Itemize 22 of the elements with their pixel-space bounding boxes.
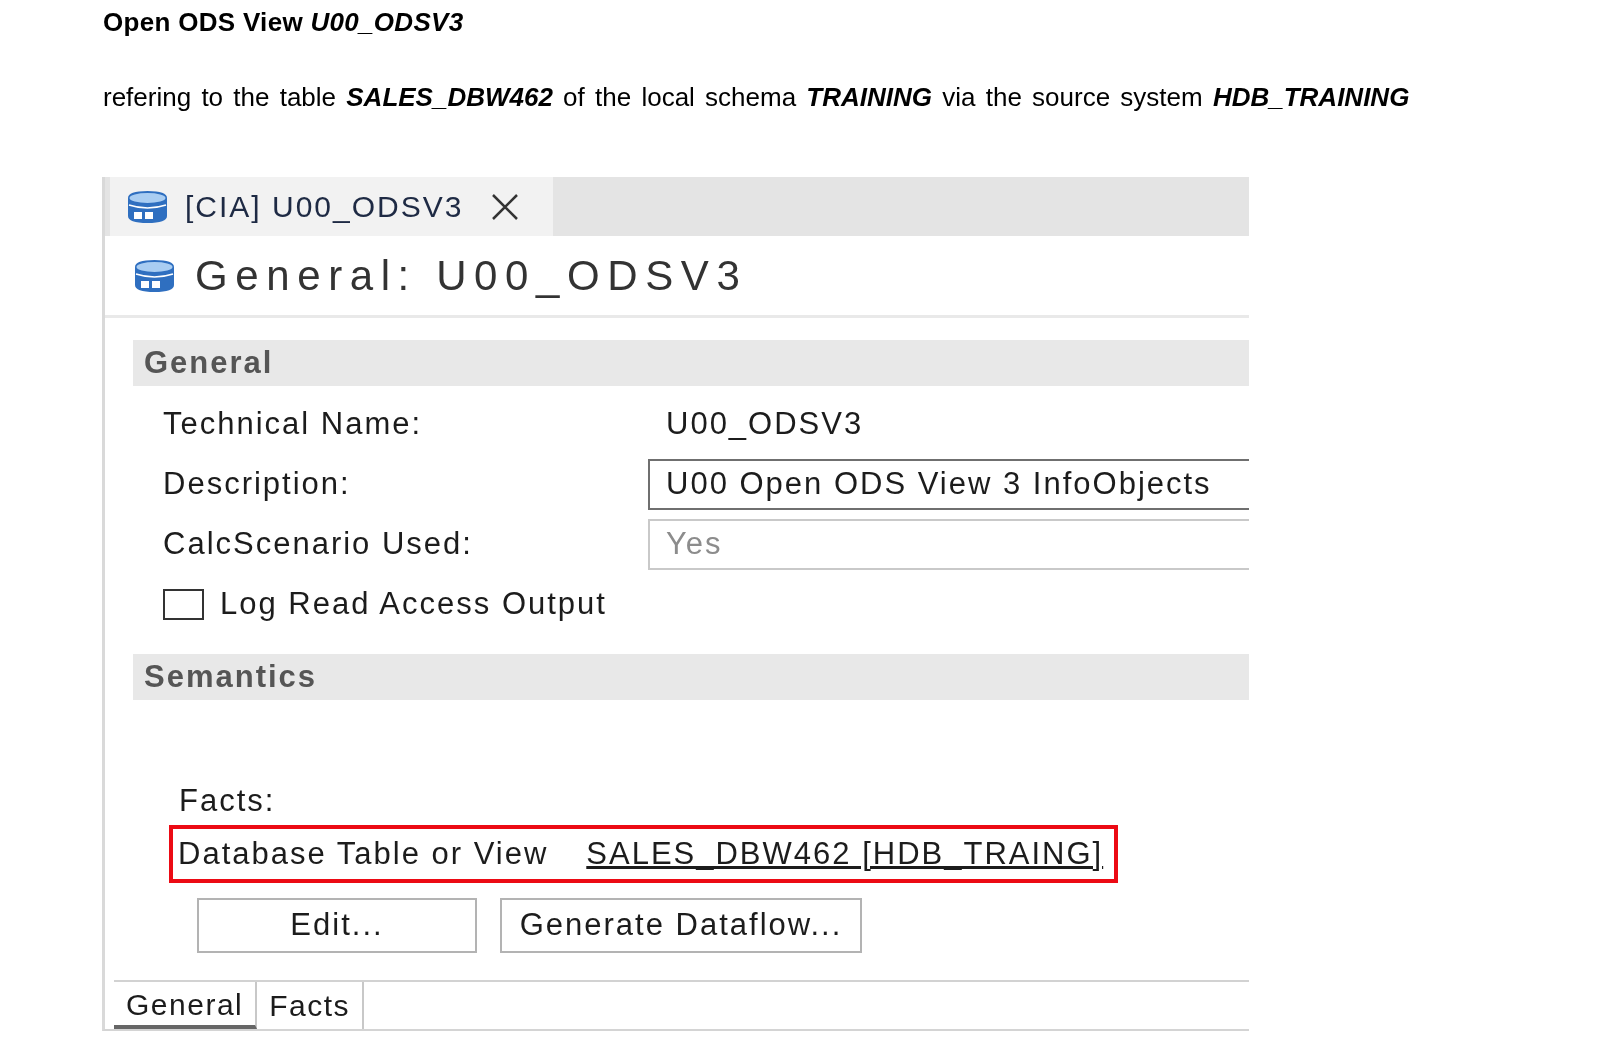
- field-value: U00_ODSV3: [665, 404, 864, 443]
- checkbox-label: Log Read Access Output: [220, 584, 607, 623]
- text-input[interactable]: U00 Open ODS View 3 InfoObjects: [648, 458, 1249, 510]
- field-label: CalcScenario Used:: [163, 524, 474, 563]
- document-paragraph: refering to the table SALES_DBW462 of the local schema TRAINING via the source system HDB_TRAINING: [103, 81, 1410, 113]
- facts-label: Facts:: [179, 782, 276, 820]
- action-button[interactable]: Generate Dataflow...: [500, 898, 862, 953]
- checkbox[interactable]: [163, 588, 204, 620]
- editor-tab[interactable]: [CIA] U00_ODSV3: [110, 177, 553, 236]
- section-header: General: [133, 340, 1249, 386]
- source-label: Database Table or View: [178, 834, 549, 873]
- field-label: Technical Name:: [163, 404, 424, 443]
- close-icon[interactable]: [491, 192, 520, 221]
- editor-title: General: U00_ODSV3: [195, 250, 748, 301]
- field-label: Description:: [163, 464, 352, 503]
- section-header: Semantics: [133, 654, 1249, 700]
- database-icon: [126, 189, 169, 224]
- page-tab[interactable]: General: [114, 982, 258, 1029]
- database-icon: [133, 258, 176, 293]
- document-heading: Open ODS View U00_ODSV3: [103, 6, 464, 37]
- action-button[interactable]: Edit...: [197, 898, 477, 953]
- source-link[interactable]: SALES_DBW462 [HDB_TRAING]: [586, 830, 1104, 878]
